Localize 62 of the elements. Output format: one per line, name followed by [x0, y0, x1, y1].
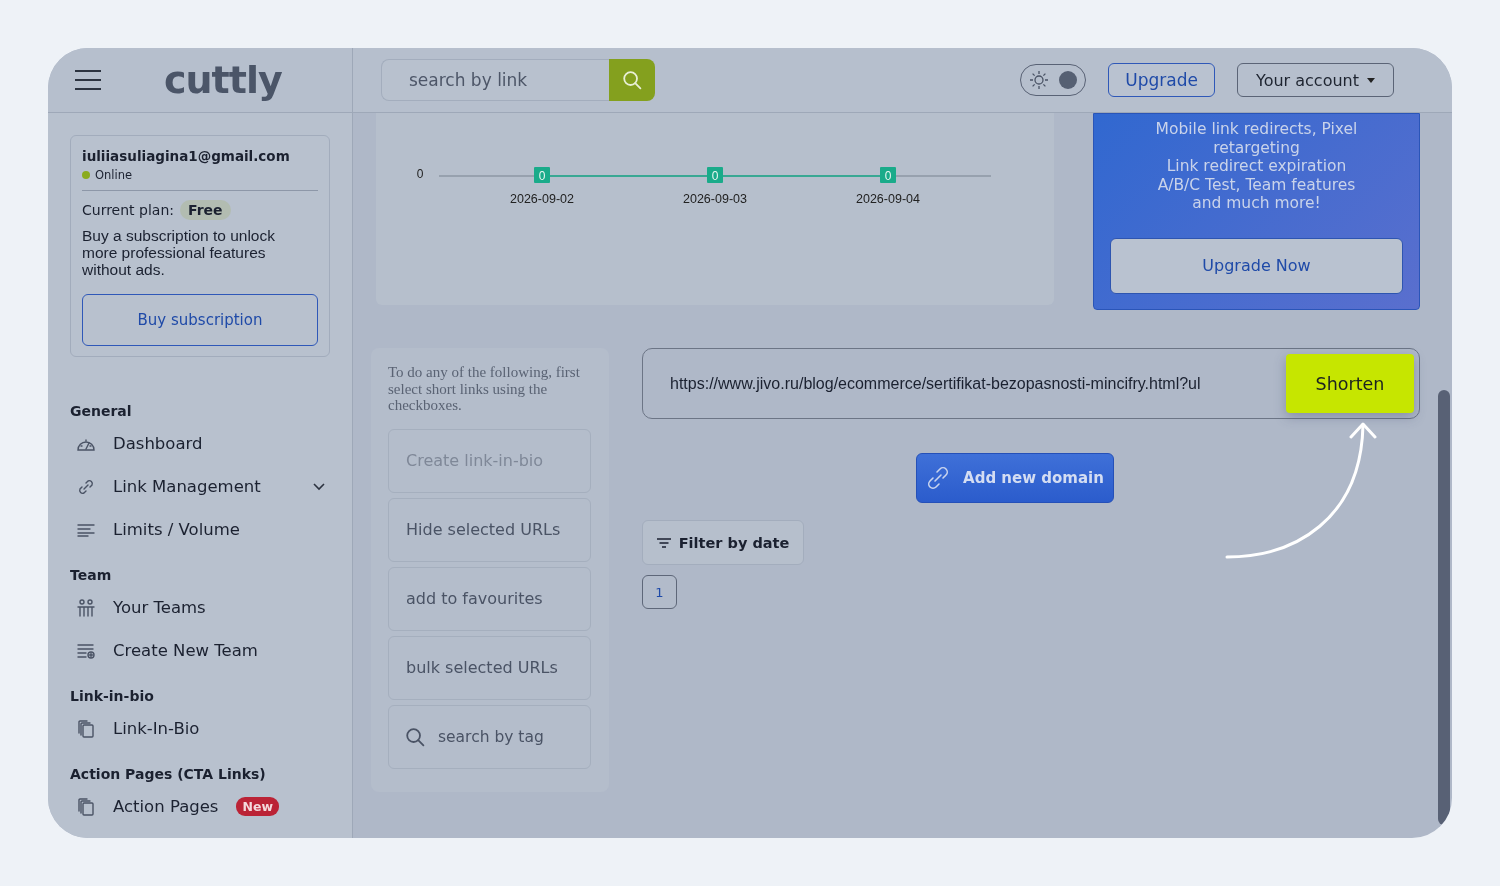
- feature-text: A/B/C Test, Team features: [1156, 175, 1357, 194]
- people-icon: [76, 597, 96, 618]
- action-button[interactable]: bulk selected URLs: [388, 635, 591, 700]
- axis-label: 0: [416, 167, 424, 181]
- upgrade-now-button[interactable]: Upgrade Now: [1110, 237, 1403, 294]
- page-button[interactable]: 1: [642, 575, 677, 609]
- chevron-icon[interactable]: [312, 481, 326, 492]
- buy-subscription-button[interactable]: Buy subscription: [82, 294, 318, 346]
- user-email: iuliiasuliagina1@gmail.com: [82, 148, 291, 164]
- feature-text: Mobile link redirects, Pixel retargeting: [1154, 120, 1359, 157]
- data-label: 0: [538, 169, 546, 183]
- upgrade-button[interactable]: Upgrade: [1108, 63, 1215, 97]
- action-button[interactable]: Hide selected URLs: [388, 497, 591, 562]
- plan-label: Current plan:: [82, 202, 174, 218]
- data-point: [707, 167, 723, 183]
- sidebar-item[interactable]: Your Teams: [113, 598, 206, 617]
- data-point: [534, 167, 550, 183]
- menu-icon[interactable]: [74, 70, 102, 90]
- scrollbar[interactable]: [1438, 390, 1450, 825]
- feature-text: and much more!: [1191, 194, 1322, 213]
- section-heading: Link-in-bio: [70, 688, 155, 704]
- axis-label: 2026-09-04: [856, 192, 920, 206]
- sidebar-item[interactable]: Create New Team: [113, 641, 258, 660]
- section-heading: Team: [70, 567, 113, 583]
- add-domain-button[interactable]: Add new domain: [915, 453, 1114, 503]
- layers-icon: [77, 797, 95, 816]
- status-dot: [82, 171, 90, 179]
- search-button[interactable]: [609, 59, 655, 101]
- sidebar-item[interactable]: Link-In-Bio: [113, 719, 200, 738]
- data-label: 0: [884, 169, 892, 183]
- feature-text: Link redirect expiration: [1165, 157, 1348, 176]
- tag-search-field[interactable]: search by tag: [388, 704, 591, 769]
- new-badge: New: [236, 797, 279, 816]
- search-icon: [622, 70, 642, 90]
- axis-label: 2026-09-03: [683, 192, 747, 206]
- logo[interactable]: cuttly: [164, 58, 282, 102]
- search-icon: [405, 726, 425, 747]
- sidebar-item[interactable]: Action Pages: [113, 797, 219, 816]
- lines-icon: [77, 522, 95, 537]
- data-label: 0: [711, 169, 719, 183]
- sun-icon: [1029, 70, 1050, 90]
- account-menu[interactable]: Your account: [1237, 63, 1394, 97]
- layers-icon: [77, 719, 95, 738]
- section-heading: Action Pages (CTA Links): [70, 766, 267, 782]
- url-field[interactable]: https://www.jivo.ru/blog/ecommerce/sertifikat-bezopasnosti-mincifry.html?ul Shorten: [642, 348, 1420, 419]
- data-point: [880, 167, 896, 183]
- sidebar-item[interactable]: Limits / Volume: [113, 520, 240, 539]
- filter-icon: [656, 537, 671, 548]
- section-heading: General: [70, 403, 133, 419]
- hint-text: To do any of the following, first select short links using the checkboxes.: [388, 364, 581, 414]
- action-button[interactable]: add to favourites: [388, 566, 591, 631]
- list-add-icon: [77, 642, 95, 659]
- caret-icon: [1367, 77, 1375, 83]
- plan-badge: Free: [180, 200, 231, 220]
- upgrade-message: Buy a subscription to unlock more professional features without ads.: [82, 227, 276, 278]
- shorten-button[interactable]: Shorten: [1286, 354, 1414, 413]
- axis-label: 2026-09-02: [510, 192, 574, 206]
- sidebar-item[interactable]: Dashboard: [113, 434, 203, 453]
- status-text: Online: [95, 168, 133, 182]
- search-field[interactable]: search by link: [381, 59, 609, 101]
- sidebar-item[interactable]: Link Management: [113, 477, 261, 496]
- filter-button[interactable]: Filter by date: [642, 520, 804, 565]
